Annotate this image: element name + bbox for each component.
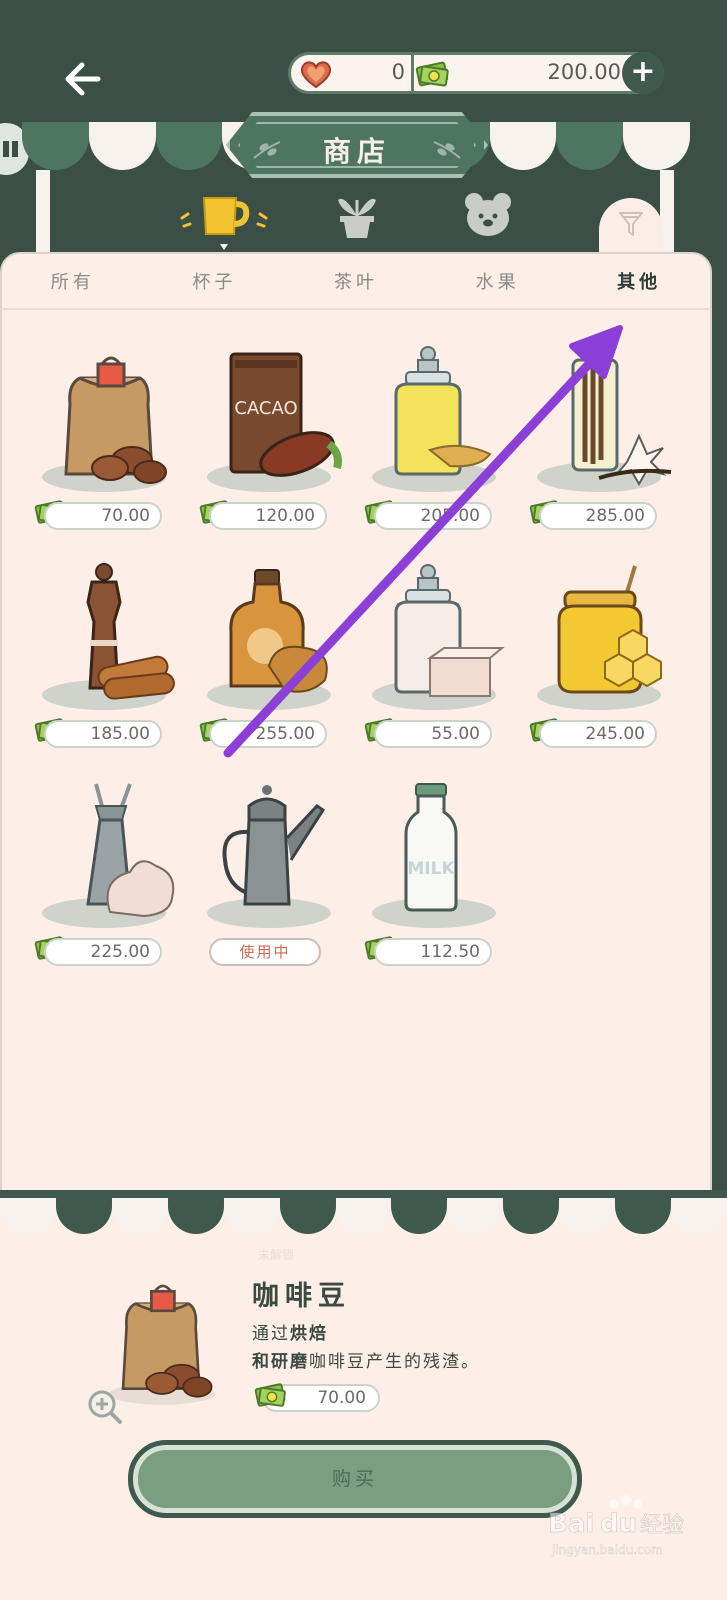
annotation-arrow xyxy=(223,325,623,758)
